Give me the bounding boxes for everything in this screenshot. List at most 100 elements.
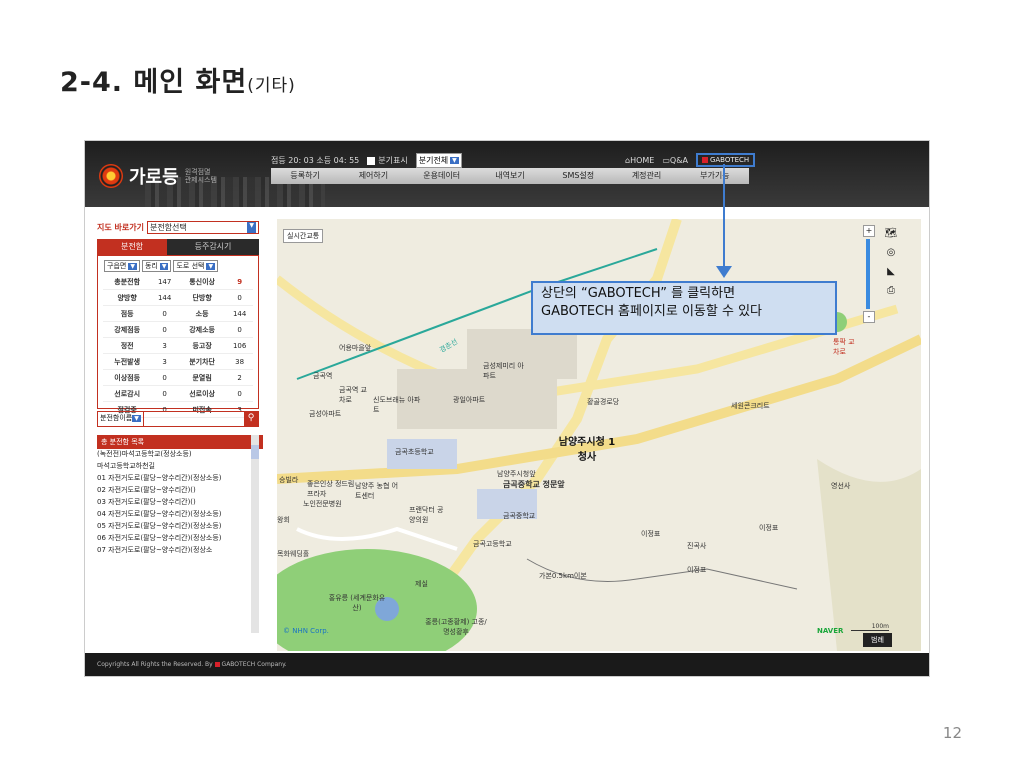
- stat-value: 0: [226, 289, 253, 306]
- home-link[interactable]: ⌂HOME: [625, 156, 654, 165]
- tab-distribution-box[interactable]: 분전함: [97, 239, 167, 255]
- list-item[interactable]: 04 자전거도로(팔당~양수리간)(정상소등): [97, 509, 249, 519]
- search-input[interactable]: [144, 412, 244, 426]
- stat-value: 0: [151, 385, 178, 402]
- map-label: 노인전문병원: [303, 500, 342, 508]
- nav-control[interactable]: 제어하기: [339, 168, 407, 184]
- district-select[interactable]: 구읍면 ▼: [104, 260, 140, 272]
- logo-subtitle: 원격점멸 관제시스템: [184, 168, 217, 184]
- stat-label: 이상점등: [103, 369, 152, 386]
- list-item[interactable]: 07 자전거도로(팔당~양수리간)(정상소: [97, 545, 249, 555]
- branch-display-toggle[interactable]: 분기표시: [367, 155, 408, 166]
- list-item[interactable]: 05 자전거도로(팔당~양수리간)(정상소등): [97, 521, 249, 531]
- world-map-icon[interactable]: 🗺: [883, 228, 899, 244]
- zoom-in-button[interactable]: +: [863, 225, 875, 237]
- list-item[interactable]: 마석고등학교하천길: [97, 461, 249, 471]
- nav-extra[interactable]: 부가기능: [681, 168, 749, 184]
- map-label: 어용마을앞: [339, 344, 372, 352]
- footer-text-prefix: Copyrights All Rights the Reserved. By: [97, 661, 213, 668]
- stat-value: 0: [226, 385, 253, 402]
- stat-value: 0: [151, 305, 178, 322]
- list-item[interactable]: 03 자전거도로(팔당~양수리간)(): [97, 497, 249, 507]
- map-label: 금곡역 교차로: [339, 386, 367, 404]
- map-label: 제실: [415, 580, 428, 588]
- stat-label: 단방향: [177, 289, 227, 306]
- map-label: 금성제미리 아파트: [483, 362, 524, 380]
- qa-link[interactable]: ▭Q&A: [662, 156, 688, 165]
- callout-line-1: 상단의 “GABOTECH” 를 클릭하면: [541, 286, 736, 301]
- stat-label: 등고장: [177, 337, 227, 354]
- slide-title-main: 2-4. 메인 화면: [60, 67, 248, 98]
- map-label: 금곡중학교: [503, 512, 536, 520]
- map-shortcut-label: 지도 바로가기: [97, 223, 144, 232]
- scale-bar: 100m: [851, 623, 889, 631]
- map-label: 홍유릉 (세계문화유산): [328, 594, 386, 612]
- map-label: 승빌라: [279, 476, 299, 484]
- map-shortcut: 지도 바로가기 분전함선택 ▼: [97, 221, 259, 234]
- road-select[interactable]: 도로 선택 ▼: [173, 260, 219, 272]
- stats-row: 점등 0 소등 144: [103, 305, 253, 322]
- map-label: 가본0.5km이본: [539, 572, 587, 580]
- legend-button[interactable]: 범례: [863, 633, 892, 647]
- map-view[interactable]: 실시간교통 어용마을앞 금곡역 금곡역 교차로 신도브래뉴 아파트 금성아파트 …: [277, 219, 921, 651]
- map-label: 이정표: [687, 566, 707, 574]
- callout-box: 상단의 “GABOTECH” 를 클릭하면 GABOTECH 홈페이지로 이동할…: [531, 281, 837, 335]
- stats-row: 정전 3 등고장 106: [103, 337, 253, 354]
- realtime-traffic-button[interactable]: 실시간교통: [283, 229, 324, 243]
- map-label: 이정표: [759, 524, 779, 532]
- map-label: 좋은인상 정드림 프라자: [307, 480, 355, 498]
- chevron-down-icon: ▼: [132, 415, 141, 422]
- print-icon[interactable]: ⎙: [883, 285, 899, 301]
- map-shortcut-select[interactable]: 분전함선택 ▼: [146, 221, 259, 234]
- search-type-select[interactable]: 분전함이름 ▼: [98, 412, 144, 426]
- search-button[interactable]: ⚲: [244, 412, 258, 426]
- zoom-out-button[interactable]: -: [863, 311, 875, 323]
- branch-select[interactable]: 분기전체 ▼: [415, 153, 462, 168]
- nav-sms-settings[interactable]: SMS설정: [544, 168, 612, 184]
- map-label: 왕회: [277, 516, 290, 524]
- chevron-down-icon: ▼: [206, 262, 216, 270]
- checkbox-icon[interactable]: [367, 156, 376, 165]
- list-item[interactable]: 02 자전거도로(팔당~양수리간)(): [97, 485, 249, 495]
- zoom-slider[interactable]: [866, 239, 870, 309]
- logo-icon: [99, 164, 123, 188]
- map-label: 광일아파트: [453, 396, 486, 404]
- list-item[interactable]: 01 자전거도로(팔당~양수리간)(정상소등): [97, 473, 249, 483]
- list-title: 총 분전함 목록: [97, 435, 263, 449]
- map-label: 금곡초등학교: [395, 448, 434, 456]
- map-label: 신도브래뉴 아파트: [373, 396, 421, 414]
- stat-label: 선로이상: [177, 385, 227, 402]
- tab-pole-monitor[interactable]: 등주감시기: [167, 239, 259, 255]
- light-schedule: 점등 20: 03 소등 04: 55: [271, 156, 360, 165]
- map-label: 영선사: [831, 482, 851, 490]
- gabotech-link[interactable]: GABOTECH: [695, 153, 756, 167]
- panel-tabs: 분전함 등주감시기: [97, 239, 259, 255]
- stat-label: 통신이상: [177, 274, 227, 290]
- main-nav: 등록하기 제어하기 운용데이터 내역보기 SMS설정 계정관리 부가기능: [271, 168, 749, 184]
- distribution-box-list: (녹전전)마석고등학교(정상소등) 마석고등학교하천길 01 자전거도로(팔당~…: [97, 449, 249, 634]
- list-item[interactable]: (녹전전)마석고등학교(정상소등): [97, 449, 249, 459]
- scrollbar-thumb[interactable]: [251, 445, 259, 459]
- slide-title: 2-4. 메인 화면(기타): [60, 60, 296, 99]
- map-label: 남양주 농협 어트센터: [355, 482, 399, 500]
- logo[interactable]: 가로등 원격점멸 관제시스템: [99, 163, 219, 189]
- map-label: 홍릉(고종황제) 고종/명성황후: [425, 618, 487, 636]
- stat-value: 3: [151, 353, 178, 370]
- nav-operation-data[interactable]: 운용데이터: [408, 168, 476, 184]
- list-item[interactable]: 06 자전거도로(팔당~양수리간)(정상소등): [97, 533, 249, 543]
- stat-value: 0: [226, 321, 253, 338]
- slide-title-suffix: (기타): [247, 76, 296, 96]
- callout-line-2: GABOTECH 홈페이지로 이동할 수 있다: [541, 304, 762, 319]
- chevron-down-icon: ▼: [159, 262, 169, 270]
- stats-row: 누전발생 3 분기차단 38: [103, 353, 253, 370]
- measure-icon[interactable]: ◣: [883, 266, 899, 282]
- nav-history[interactable]: 내역보기: [476, 168, 544, 184]
- stat-value: 0: [151, 321, 178, 338]
- map-tools: 🗺 ◎ ◣ ⎙: [883, 225, 913, 304]
- village-select[interactable]: 동리 ▼: [141, 260, 172, 272]
- list-scrollbar[interactable]: [251, 435, 259, 633]
- nav-account[interactable]: 계정관리: [612, 168, 680, 184]
- globe-icon[interactable]: ◎: [883, 247, 899, 263]
- nav-register[interactable]: 등록하기: [271, 168, 339, 184]
- stat-label: 선로감시: [103, 385, 152, 402]
